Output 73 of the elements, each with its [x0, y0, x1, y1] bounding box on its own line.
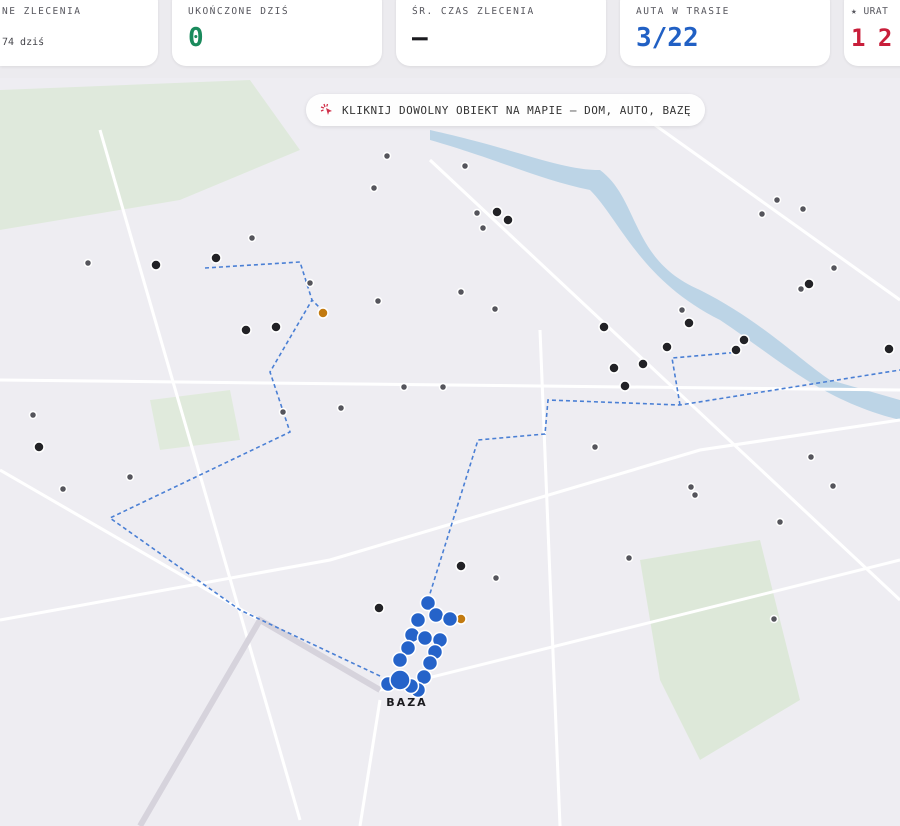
- car-marker[interactable]: [392, 652, 408, 668]
- house-marker[interactable]: [590, 442, 600, 452]
- stat-label: UKOŃCZONE DZIŚ: [188, 6, 290, 17]
- house-marker[interactable]: [336, 404, 346, 412]
- house-marker[interactable]: [828, 482, 838, 490]
- stat-value: 0: [188, 22, 205, 55]
- house-marker[interactable]: [460, 162, 470, 170]
- house-marker[interactable]: [798, 204, 808, 214]
- house-marker[interactable]: [373, 602, 385, 614]
- house-marker[interactable]: [126, 472, 134, 482]
- house-marker[interactable]: [883, 343, 895, 355]
- house-marker[interactable]: [661, 341, 673, 353]
- stat-label: ŚR. CZAS ZLECENIA: [412, 6, 536, 17]
- house-marker[interactable]: [240, 324, 252, 336]
- house-marker[interactable]: [772, 196, 782, 204]
- house-marker[interactable]: [678, 306, 686, 314]
- house-marker[interactable]: [270, 321, 282, 333]
- base-marker[interactable]: [389, 669, 411, 691]
- car-marker[interactable]: [420, 594, 436, 612]
- house-marker[interactable]: [438, 382, 448, 392]
- house-marker[interactable]: [806, 452, 816, 462]
- pending-marker[interactable]: [317, 307, 329, 319]
- house-marker[interactable]: [686, 482, 696, 492]
- stat-value: —: [412, 22, 429, 55]
- house-marker[interactable]: [478, 224, 488, 232]
- house-marker[interactable]: [455, 560, 467, 572]
- car-marker[interactable]: [442, 610, 458, 628]
- house-marker[interactable]: [770, 614, 778, 624]
- house-marker[interactable]: [33, 441, 45, 453]
- stat-label: NE ZLECENIA: [2, 6, 82, 17]
- house-marker[interactable]: [619, 380, 631, 392]
- house-marker[interactable]: [58, 484, 68, 494]
- house-marker[interactable]: [150, 259, 162, 271]
- hint-text: KLIKNIJ DOWOLNY OBIEKT NA MAPIE — DOM, AUTO, BAZĘ: [342, 104, 692, 116]
- house-marker[interactable]: [738, 334, 750, 346]
- house-marker[interactable]: [456, 288, 466, 296]
- house-marker[interactable]: [278, 408, 288, 416]
- house-marker[interactable]: [624, 554, 634, 562]
- house-marker[interactable]: [730, 344, 742, 356]
- house-marker[interactable]: [374, 296, 382, 306]
- base-label: BAZA: [385, 696, 429, 709]
- house-marker[interactable]: [830, 264, 838, 272]
- house-marker[interactable]: [28, 410, 38, 420]
- house-marker[interactable]: [492, 574, 500, 582]
- stat-note: 74 dziś: [2, 37, 46, 48]
- house-marker[interactable]: [84, 258, 92, 268]
- house-marker[interactable]: [400, 382, 408, 392]
- house-marker[interactable]: [491, 206, 503, 218]
- stat-label: ★ URAT: [851, 6, 890, 17]
- house-marker[interactable]: [248, 234, 256, 242]
- house-marker[interactable]: [370, 184, 378, 192]
- stat-value: 1 2: [851, 23, 892, 54]
- stat-value: 3/22: [636, 22, 700, 55]
- house-marker[interactable]: [472, 208, 482, 218]
- house-marker[interactable]: [502, 214, 514, 226]
- car-marker[interactable]: [422, 654, 438, 672]
- house-marker[interactable]: [776, 518, 784, 526]
- house-marker[interactable]: [490, 304, 500, 314]
- house-marker[interactable]: [796, 284, 806, 294]
- car-marker[interactable]: [410, 612, 426, 628]
- house-marker[interactable]: [637, 358, 649, 370]
- house-marker[interactable]: [803, 278, 815, 290]
- house-marker[interactable]: [306, 278, 314, 288]
- house-marker[interactable]: [210, 252, 222, 264]
- car-marker[interactable]: [400, 640, 416, 656]
- house-marker[interactable]: [758, 210, 766, 218]
- house-marker[interactable]: [690, 490, 700, 500]
- cursor-click-icon: [320, 103, 334, 117]
- stat-label: AUTA W TRASIE: [636, 6, 731, 17]
- house-marker[interactable]: [598, 321, 610, 333]
- house-marker[interactable]: [683, 317, 695, 329]
- house-marker[interactable]: [608, 362, 620, 374]
- house-marker[interactable]: [382, 152, 392, 160]
